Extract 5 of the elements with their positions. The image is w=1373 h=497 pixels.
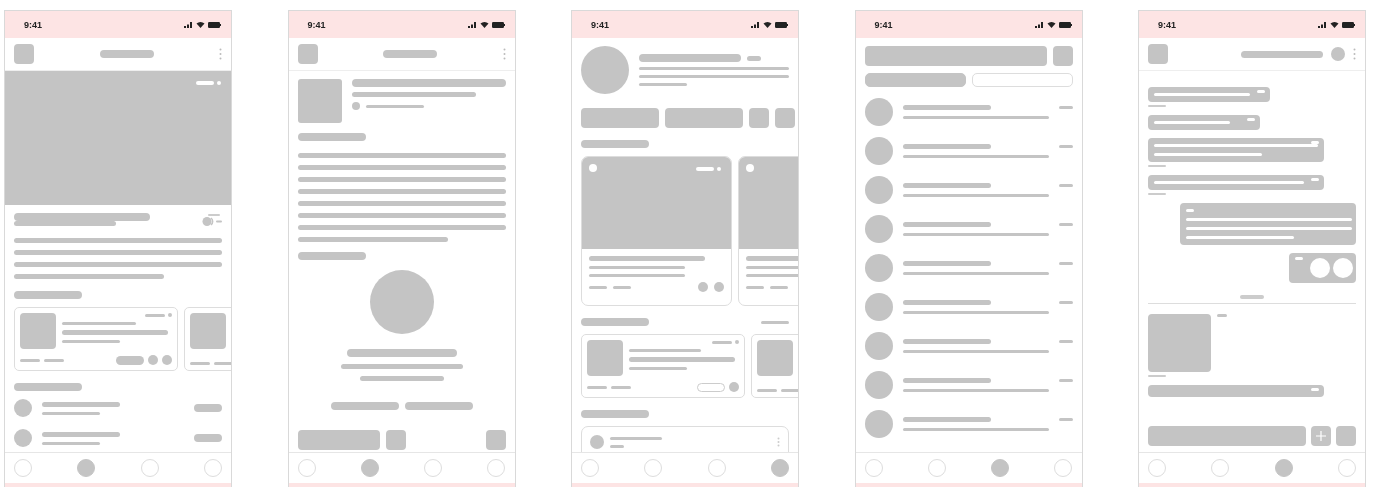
status-time: 9:41 xyxy=(24,19,42,30)
status-time: 9:41 xyxy=(874,19,893,30)
status-time: 9:41 xyxy=(1158,19,1176,30)
status-time: 9:41 xyxy=(591,19,609,30)
status-time: 9:41 xyxy=(307,19,326,30)
